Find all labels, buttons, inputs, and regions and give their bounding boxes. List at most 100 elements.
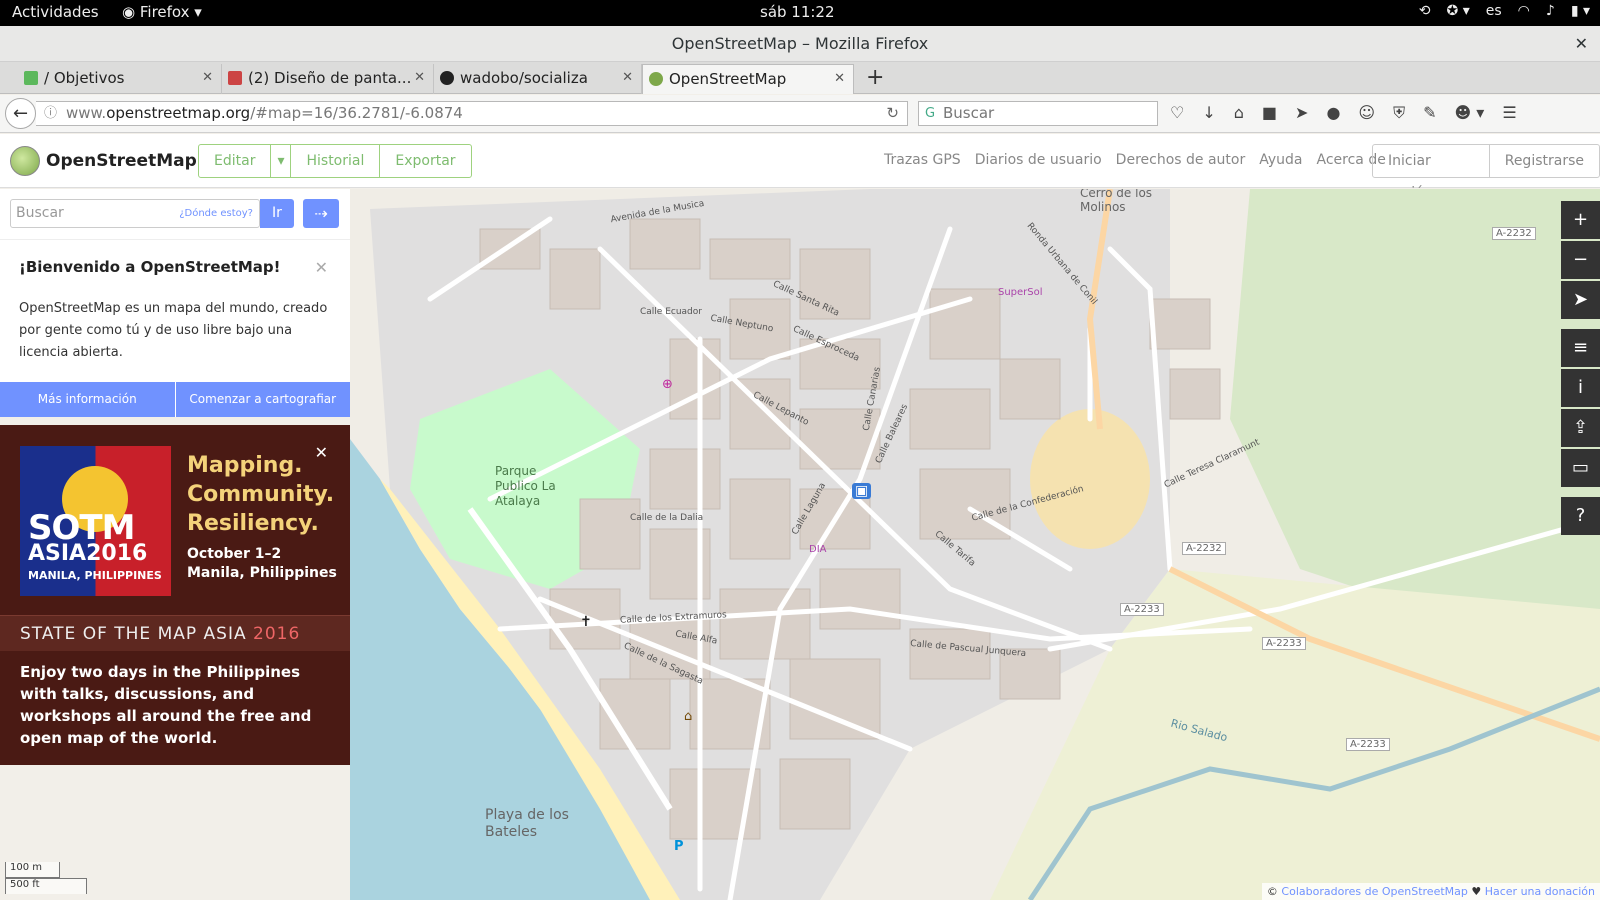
start-mapping-button[interactable]: Comenzar a cartografiar bbox=[175, 382, 350, 417]
window-close-icon[interactable]: ✕ bbox=[1575, 26, 1588, 62]
church-icon[interactable]: ✝ bbox=[580, 614, 592, 630]
share-icon[interactable]: ⇪ bbox=[1561, 409, 1600, 447]
tab-label: (2) Diseño de panta... bbox=[248, 69, 412, 87]
scale-metric: 100 m bbox=[5, 862, 60, 878]
url-bar[interactable]: ⓘ www.openstreetmap.org/#map=16/36.2781/… bbox=[36, 101, 908, 126]
send-icon[interactable]: ➤ bbox=[1295, 103, 1308, 123]
osm-header: OpenStreetMap Editar ▾ Historial Exporta… bbox=[0, 134, 1600, 201]
tab-diseno[interactable]: (2) Diseño de panta... ✕ bbox=[222, 64, 434, 94]
app-menu[interactable]: ◉ Firefox ▾ bbox=[122, 3, 202, 21]
welcome-close-icon[interactable]: ✕ bbox=[315, 258, 328, 277]
window-title: OpenStreetMap – Mozilla Firefox bbox=[671, 34, 929, 53]
parking-icon[interactable]: P bbox=[674, 839, 684, 854]
tagline-3: Resiliency. bbox=[187, 511, 319, 536]
donate-link[interactable]: Hacer una donación bbox=[1485, 885, 1595, 898]
activities-button[interactable]: Actividades bbox=[12, 3, 99, 21]
extension-icon[interactable]: ■ bbox=[1262, 103, 1277, 123]
track-area bbox=[1030, 409, 1150, 549]
login-button[interactable]: Iniciar sesión bbox=[1373, 145, 1490, 201]
heart-icon: ♥ bbox=[1471, 885, 1482, 898]
map-canvas[interactable]: Parque Publico La Atalaya Playa de los B… bbox=[350, 189, 1600, 900]
band-year: 2016 bbox=[253, 624, 301, 644]
banner-close-icon[interactable]: ✕ bbox=[315, 443, 328, 462]
tab-close-icon[interactable]: ✕ bbox=[202, 64, 213, 92]
band-text: STATE OF THE MAP ASIA bbox=[20, 624, 247, 644]
notes-icon[interactable]: ▭ bbox=[1561, 449, 1600, 487]
hospital-icon[interactable]: ⊕ bbox=[662, 377, 673, 392]
search-row: Buscar ¿Dónde estoy? Ir ⇢ bbox=[0, 189, 350, 239]
firefox-icon: ◉ bbox=[122, 3, 140, 21]
export-button[interactable]: Exportar bbox=[380, 145, 470, 177]
map-info-icon[interactable]: i bbox=[1561, 369, 1600, 407]
system-tray[interactable]: ⟲ ✪ ▾ es ◠ ♪ ▮ ▾ bbox=[1419, 3, 1590, 19]
duckduckgo-icon[interactable]: ● bbox=[1326, 103, 1340, 123]
zoom-out-icon[interactable]: − bbox=[1561, 241, 1600, 279]
road-shield-a2233: A-2233 bbox=[1346, 738, 1390, 751]
event-dates: October 1–2 bbox=[187, 546, 282, 562]
road-shield-a2233: A-2233 bbox=[1262, 637, 1306, 650]
link-gps-traces[interactable]: Trazas GPS bbox=[884, 152, 961, 168]
bus-stop-icon[interactable]: ▣ bbox=[852, 483, 872, 499]
tab-close-icon[interactable]: ✕ bbox=[414, 64, 425, 92]
tab-openstreetmap[interactable]: OpenStreetMap ✕ bbox=[642, 64, 854, 94]
language-indicator[interactable]: es bbox=[1486, 3, 1502, 19]
tab-close-icon[interactable]: ✕ bbox=[834, 65, 845, 93]
directions-icon[interactable]: ⇢ bbox=[303, 199, 339, 228]
hills-label: Cerro de los Molinos bbox=[1080, 189, 1153, 214]
more-info-button[interactable]: Más información bbox=[0, 382, 176, 417]
clock[interactable]: sáb 11:22 bbox=[760, 3, 835, 21]
signup-button[interactable]: Registrarse bbox=[1490, 145, 1599, 177]
pocket-icon[interactable]: ♡ bbox=[1170, 103, 1184, 123]
new-tab-icon[interactable]: + bbox=[866, 62, 884, 94]
tag-icon[interactable]: ✎ bbox=[1423, 103, 1436, 123]
sotm-banner[interactable]: SOTM ASIA2016 MANILA, PHILIPPINES Mappin… bbox=[0, 425, 350, 765]
banner-tagline: Mapping. Community. Resiliency. bbox=[187, 451, 334, 538]
download-icon[interactable]: ↓ bbox=[1202, 103, 1215, 123]
banner-dates: October 1–2 Manila, Philippines bbox=[187, 545, 337, 583]
link-copyright[interactable]: Derechos de autor bbox=[1116, 152, 1246, 168]
system-top-bar: Actividades ◉ Firefox ▾ sáb 11:22 ⟲ ✪ ▾ … bbox=[0, 0, 1600, 26]
attribution: © Colaboradores de OpenStreetMap ♥ Hacer… bbox=[1261, 883, 1600, 900]
link-user-diaries[interactable]: Diarios de usuario bbox=[975, 152, 1102, 168]
reload-icon[interactable]: ↻ bbox=[886, 102, 899, 125]
greasemonkey-icon[interactable]: ☻ ▾ bbox=[1455, 103, 1485, 123]
search-input[interactable]: Buscar ¿Dónde estoy? bbox=[10, 199, 260, 228]
scale-bar: 100 m 500 ft bbox=[5, 862, 87, 894]
browser-search-input[interactable]: G Buscar bbox=[918, 101, 1158, 126]
farmland-area bbox=[1230, 189, 1600, 619]
home-icon[interactable]: ⌂ bbox=[1234, 103, 1244, 123]
museum-icon[interactable]: ⌂ bbox=[684, 709, 692, 724]
where-am-i-link[interactable]: ¿Dónde estoy? bbox=[179, 200, 253, 227]
attribution-copyright: © bbox=[1266, 885, 1278, 898]
tab-label: OpenStreetMap bbox=[669, 70, 787, 88]
site-info-icon[interactable]: ⓘ bbox=[44, 102, 57, 125]
beach-label: Playa de los Bateles bbox=[485, 807, 569, 840]
tab-close-icon[interactable]: ✕ bbox=[622, 64, 633, 92]
scale-imperial: 500 ft bbox=[5, 878, 87, 894]
logo-text-year: ASIA2016 bbox=[28, 541, 148, 566]
logo-text-place: MANILA, PHILIPPINES bbox=[28, 569, 162, 582]
layers-icon[interactable]: ≡ bbox=[1561, 329, 1600, 367]
back-icon[interactable]: ← bbox=[5, 98, 36, 129]
banner-description: Enjoy two days in the Philippines with t… bbox=[20, 663, 312, 747]
tab-objetivos[interactable]: / Objetivos ✕ bbox=[18, 64, 222, 94]
locate-icon[interactable]: ➤ bbox=[1561, 281, 1600, 319]
edit-dropdown-icon[interactable]: ▾ bbox=[271, 145, 292, 177]
query-icon[interactable]: ? bbox=[1561, 497, 1600, 535]
ublock-icon[interactable]: ⛨ bbox=[1393, 103, 1405, 123]
chat-icon[interactable]: ☺ bbox=[1358, 103, 1375, 123]
attribution-link[interactable]: Colaboradores de OpenStreetMap bbox=[1281, 885, 1467, 898]
zoom-in-icon[interactable]: + bbox=[1561, 201, 1600, 239]
osm-logo[interactable]: OpenStreetMap bbox=[10, 146, 197, 176]
history-button[interactable]: Historial bbox=[291, 145, 381, 177]
search-go-button[interactable]: Ir bbox=[260, 199, 294, 228]
osm-favicon-icon bbox=[649, 72, 663, 86]
link-help[interactable]: Ayuda bbox=[1259, 152, 1302, 168]
app-name: Firefox bbox=[139, 3, 190, 21]
welcome-text: OpenStreetMap es un mapa del mundo, crea… bbox=[19, 301, 328, 360]
dia-label: DIA bbox=[809, 544, 827, 555]
edit-button[interactable]: Editar bbox=[199, 145, 272, 177]
menu-icon[interactable]: ☰ bbox=[1502, 103, 1516, 123]
brand-name: OpenStreetMap bbox=[46, 151, 197, 171]
tab-github[interactable]: wadobo/socializa ✕ bbox=[434, 64, 642, 94]
